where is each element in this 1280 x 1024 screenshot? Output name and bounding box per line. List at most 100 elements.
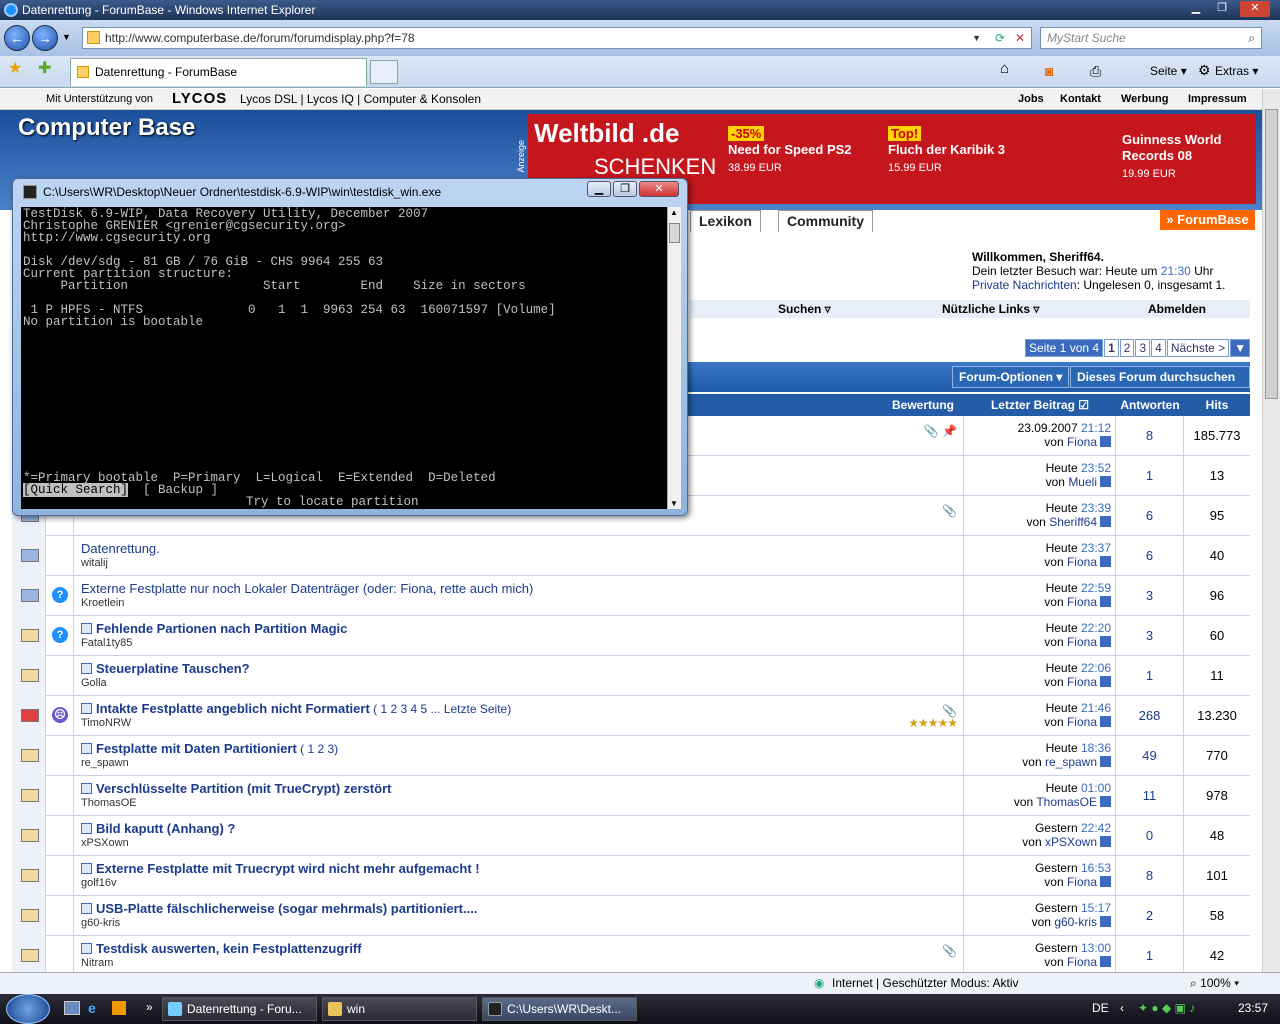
- go-to-last-post-icon[interactable]: [1100, 596, 1111, 607]
- nav-tab-lexikon[interactable]: Lexikon: [690, 210, 761, 232]
- col-hits[interactable]: Hits: [1184, 394, 1250, 416]
- start-button[interactable]: [6, 994, 50, 1024]
- taskbar-item-ie[interactable]: Datenrettung - Foru...: [162, 997, 317, 1021]
- table-row[interactable]: Testdisk auswerten, kein Festplattenzugr…: [12, 936, 1250, 972]
- tray-expand-icon[interactable]: ‹: [1120, 1001, 1124, 1015]
- thread-author[interactable]: Golla: [81, 677, 963, 689]
- last-post-user[interactable]: Fiona: [1067, 715, 1097, 729]
- tray-icons[interactable]: ✦ ● ◆ ▣ ♪: [1138, 1001, 1195, 1015]
- thread-author[interactable]: Kroetlein: [81, 597, 963, 609]
- url-dropdown-icon[interactable]: ▼: [972, 28, 981, 48]
- replies-count[interactable]: 2: [1116, 896, 1184, 936]
- ad-item[interactable]: Guinness World Records 08 19.99 EUR: [1122, 132, 1242, 182]
- taskbar-item-console[interactable]: C:\Users\WR\Deskt...: [482, 997, 637, 1021]
- media-quicklaunch-icon[interactable]: [112, 1001, 126, 1015]
- site-logo[interactable]: Computer Base: [18, 114, 195, 142]
- replies-count[interactable]: 0: [1116, 816, 1184, 856]
- last-post-user[interactable]: ThomasOE: [1036, 795, 1097, 809]
- nav-tab-community[interactable]: Community: [778, 210, 873, 232]
- go-to-last-post-icon[interactable]: [1100, 956, 1111, 967]
- search-input[interactable]: MyStart Suche ⌕: [1040, 27, 1262, 49]
- search-icon[interactable]: ⌕: [1248, 28, 1255, 48]
- feeds-icon[interactable]: ◙: [1045, 62, 1053, 80]
- last-post-user[interactable]: Fiona: [1067, 435, 1097, 449]
- logout-link[interactable]: Abmelden: [1148, 300, 1206, 318]
- thread-author[interactable]: golf16v: [81, 877, 963, 889]
- last-post-user[interactable]: Mueli: [1068, 475, 1097, 489]
- extras-menu[interactable]: Extras ▾: [1215, 62, 1258, 80]
- thread-title[interactable]: Datenrettung.: [81, 541, 160, 556]
- nav-tab-forumbase[interactable]: » ForumBase: [1160, 210, 1255, 230]
- taskbar-item-folder[interactable]: win: [322, 997, 477, 1021]
- console-screen[interactable]: TestDisk 6.9-WIP, Data Recovery Utility,…: [21, 207, 667, 509]
- col-last-post[interactable]: Letzter Beitrag ☑: [964, 394, 1116, 416]
- thread-author[interactable]: ThomasOE: [81, 797, 963, 809]
- console-scroll-thumb[interactable]: [669, 223, 680, 243]
- last-post-user[interactable]: re_spawn: [1045, 755, 1097, 769]
- forum-options-button[interactable]: Forum-Optionen ▾: [952, 366, 1070, 388]
- scrollbar-thumb[interactable]: [1265, 109, 1278, 399]
- thread-title[interactable]: Externe Festplatte nur noch Lokaler Date…: [81, 581, 533, 596]
- favorites-star-icon[interactable]: ★: [8, 60, 22, 78]
- useful-links-menu[interactable]: Nützliche Links ▿: [942, 300, 1039, 318]
- thread-title[interactable]: Verschlüsselte Partition (mit TrueCrypt)…: [96, 781, 391, 796]
- replies-count[interactable]: 11: [1116, 776, 1184, 816]
- table-row[interactable]: Externe Festplatte mit Truecrypt wird ni…: [12, 856, 1250, 896]
- page-menu[interactable]: Seite ▾: [1150, 62, 1187, 80]
- replies-count[interactable]: 8: [1116, 856, 1184, 896]
- thread-title[interactable]: Fehlende Partionen nach Partition Magic: [96, 621, 347, 636]
- replies-count[interactable]: 6: [1116, 536, 1184, 576]
- col-rating[interactable]: Bewertung: [882, 394, 964, 416]
- home-icon[interactable]: ⌂: [1000, 60, 1009, 78]
- go-to-last-post-icon[interactable]: [1100, 636, 1111, 647]
- last-post-user[interactable]: Fiona: [1067, 875, 1097, 889]
- print-icon[interactable]: ⎙: [1090, 62, 1101, 80]
- private-messages-link[interactable]: Private Nachrichten: [972, 278, 1077, 292]
- stop-icon[interactable]: ✕: [1015, 28, 1025, 48]
- last-post-user[interactable]: Fiona: [1067, 635, 1097, 649]
- go-to-last-post-icon[interactable]: [1100, 556, 1111, 567]
- quicklaunch-more-icon[interactable]: »: [146, 1000, 153, 1014]
- security-zone[interactable]: Internet | Geschützter Modus: Aktiv: [832, 973, 1019, 994]
- last-post-user[interactable]: xPSXown: [1045, 835, 1097, 849]
- table-row[interactable]: Bild kaputt (Anhang) ? xPSXown Gestern 22:…: [12, 816, 1250, 856]
- thread-title[interactable]: Bild kaputt (Anhang) ?: [96, 821, 235, 836]
- page-3[interactable]: 3: [1135, 339, 1151, 357]
- tab-active[interactable]: Datenrettung - ForumBase: [70, 58, 367, 86]
- thread-pages[interactable]: ( 1 2 3 4 5 ... Letzte Seite): [373, 702, 511, 716]
- replies-count[interactable]: 6: [1116, 496, 1184, 536]
- last-post-user[interactable]: Fiona: [1067, 595, 1097, 609]
- replies-count[interactable]: 1: [1116, 936, 1184, 972]
- replies-count[interactable]: 8: [1116, 416, 1184, 456]
- thread-title[interactable]: USB-Platte fälschlicherweise (sogar mehr…: [96, 901, 477, 916]
- link-impressum[interactable]: Impressum: [1188, 89, 1247, 109]
- replies-count[interactable]: 268: [1116, 696, 1184, 736]
- go-to-last-post-icon[interactable]: [1100, 796, 1111, 807]
- replies-count[interactable]: 49: [1116, 736, 1184, 776]
- history-dropdown-icon[interactable]: ▼: [62, 32, 71, 42]
- last-post-user[interactable]: g60-kris: [1054, 915, 1097, 929]
- add-favorites-icon[interactable]: ✚: [38, 60, 51, 78]
- next-page[interactable]: Nächste >: [1166, 339, 1230, 357]
- replies-count[interactable]: 1: [1116, 656, 1184, 696]
- close-button[interactable]: ✕: [1240, 1, 1270, 17]
- backup-option[interactable]: [ Backup ]: [143, 483, 218, 497]
- console-maximize-button[interactable]: ❐: [613, 181, 637, 197]
- link-jobs[interactable]: Jobs: [1018, 89, 1044, 109]
- language-indicator[interactable]: DE: [1092, 1001, 1109, 1015]
- console-minimize-button[interactable]: ▁: [587, 181, 611, 197]
- go-to-last-post-icon[interactable]: [1100, 436, 1111, 447]
- thread-title[interactable]: Steuerplatine Tauschen?: [96, 661, 250, 676]
- table-row[interactable]: ☹ Intakte Festplatte angeblich nicht Form…: [12, 696, 1250, 736]
- console-scroll-up-icon[interactable]: ▲: [670, 208, 678, 217]
- table-row[interactable]: Verschlüsselte Partition (mit TrueCrypt)…: [12, 776, 1250, 816]
- quick-search-option[interactable]: [Quick Search]: [23, 483, 129, 497]
- thread-author[interactable]: Nitram: [81, 957, 963, 969]
- ie-quicklaunch-icon[interactable]: e: [88, 1000, 96, 1016]
- clock[interactable]: 23:57: [1238, 1001, 1268, 1015]
- replies-count[interactable]: 1: [1116, 456, 1184, 496]
- ad-item[interactable]: -35% Need for Speed PS2 38.99 EUR: [728, 126, 868, 176]
- console-scrollbar[interactable]: ▲ ▼: [667, 207, 681, 509]
- lycos-logo[interactable]: LYCOS: [172, 89, 227, 109]
- table-row[interactable]: Festplatte mit Daten Partitioniert ( 1 2…: [12, 736, 1250, 776]
